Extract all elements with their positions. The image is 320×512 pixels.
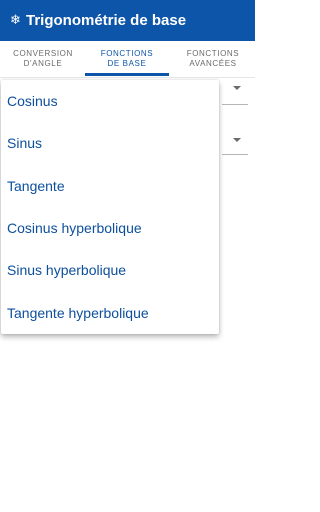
tab-label-line1: FONCTIONS — [186, 49, 240, 58]
app-title: Trigonométrie de base — [26, 12, 187, 29]
app-bar: ❄ Trigonométrie de base — [0, 0, 255, 41]
tab-label-line2: DE BASE — [107, 59, 147, 68]
function-dropdown-menu: Cosinus Sinus Tangente Cosinus hyperboli… — [1, 80, 219, 334]
chevron-down-icon[interactable] — [233, 86, 241, 90]
menu-item-tangente-hyperbolique[interactable]: Tangente hyperbolique — [1, 292, 219, 334]
menu-item-cosinus-hyperbolique[interactable]: Cosinus hyperbolique — [1, 207, 219, 249]
snowflake-icon: ❄ — [10, 12, 21, 27]
spinner-underline — [222, 104, 248, 105]
tab-label-line2: D'ANGLE — [23, 59, 63, 68]
tab-bar: CONVERSION D'ANGLE FONCTIONS DE BASE FON… — [0, 41, 255, 78]
spinner-underline — [222, 154, 248, 155]
tab-label-line1: FONCTIONS — [100, 49, 154, 58]
menu-item-cosinus[interactable]: Cosinus — [1, 80, 219, 122]
tab-label-line1: CONVERSION — [13, 49, 73, 58]
menu-item-sinus-hyperbolique[interactable]: Sinus hyperbolique — [1, 249, 219, 291]
tab-label-line2: AVANCÉES — [189, 59, 237, 68]
active-tab-indicator — [85, 73, 169, 76]
menu-item-tangente[interactable]: Tangente — [1, 165, 219, 207]
tab-conversion-angle[interactable]: CONVERSION D'ANGLE — [2, 49, 84, 69]
chevron-down-icon[interactable] — [233, 138, 241, 142]
tab-fonctions-base[interactable]: FONCTIONS DE BASE — [85, 49, 169, 69]
tab-fonctions-avancees[interactable]: FONCTIONS AVANCÉES — [171, 49, 255, 69]
menu-item-sinus[interactable]: Sinus — [1, 122, 219, 164]
